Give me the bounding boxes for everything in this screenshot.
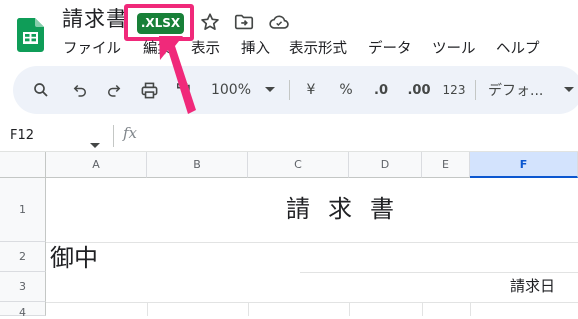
zoom-dropdown-icon[interactable] — [262, 66, 278, 114]
toolbar-separator — [289, 80, 290, 100]
row-header[interactable]: 2 — [0, 242, 46, 272]
font-select[interactable]: デフォ... — [488, 66, 560, 114]
column-header[interactable]: C — [248, 152, 349, 178]
undo-icon[interactable] — [68, 66, 92, 114]
increase-decimal-button[interactable]: .00 — [403, 66, 435, 114]
menu-data[interactable]: データ — [368, 39, 412, 59]
menu-tools[interactable]: ツール — [432, 39, 476, 59]
search-menus-icon[interactable] — [29, 66, 53, 114]
annotation-arrow-icon — [150, 30, 210, 129]
column-header-selected[interactable]: F — [470, 152, 578, 178]
row-header[interactable]: 4 — [0, 302, 46, 319]
number-format-button[interactable]: 123 — [440, 66, 468, 114]
grid-line — [470, 302, 471, 316]
grid-line — [46, 302, 578, 303]
grid-line — [422, 302, 423, 316]
menu-help[interactable]: ヘルプ — [496, 39, 540, 59]
zoom-select[interactable]: 100% — [209, 66, 253, 114]
menu-format[interactable]: 表示形式 — [289, 39, 347, 59]
cell-onchu[interactable]: 御中 — [50, 243, 98, 273]
move-to-folder-icon[interactable] — [233, 11, 255, 33]
grid-line — [349, 302, 350, 316]
formula-bar-separator — [113, 125, 114, 147]
fx-icon: fx — [123, 124, 138, 142]
currency-format-button[interactable]: ¥ — [301, 66, 321, 114]
cell-invoice-title[interactable]: 請求書 — [286, 193, 412, 225]
toolbar-separator — [475, 80, 476, 100]
percent-format-button[interactable]: % — [335, 66, 357, 114]
menu-insert[interactable]: 挿入 — [241, 39, 270, 59]
select-all-corner[interactable] — [0, 152, 46, 178]
row-header[interactable]: 1 — [0, 178, 46, 242]
row-header[interactable]: 3 — [0, 272, 46, 302]
font-dropdown-icon[interactable] — [562, 66, 576, 114]
toolbar: 100% ¥ % .0 .00 123 デフォ... — [13, 66, 578, 114]
column-header[interactable]: A — [46, 152, 147, 178]
grid-line — [248, 302, 249, 316]
cloud-saved-icon[interactable] — [268, 11, 290, 33]
cell-invoice-date-label[interactable]: 請求日 — [510, 275, 555, 297]
name-box[interactable]: F12 — [10, 126, 34, 146]
document-title[interactable]: 請求書 — [62, 6, 128, 32]
column-header[interactable]: D — [349, 152, 422, 178]
sheets-logo-icon[interactable] — [16, 18, 44, 52]
grid-line — [46, 242, 578, 243]
grid-line — [300, 272, 578, 273]
column-header[interactable]: E — [422, 152, 470, 178]
column-header[interactable]: B — [147, 152, 248, 178]
decrease-decimal-button[interactable]: .0 — [368, 66, 394, 114]
menu-file[interactable]: ファイル — [63, 39, 121, 59]
grid-line — [147, 302, 148, 316]
redo-icon[interactable] — [102, 66, 126, 114]
